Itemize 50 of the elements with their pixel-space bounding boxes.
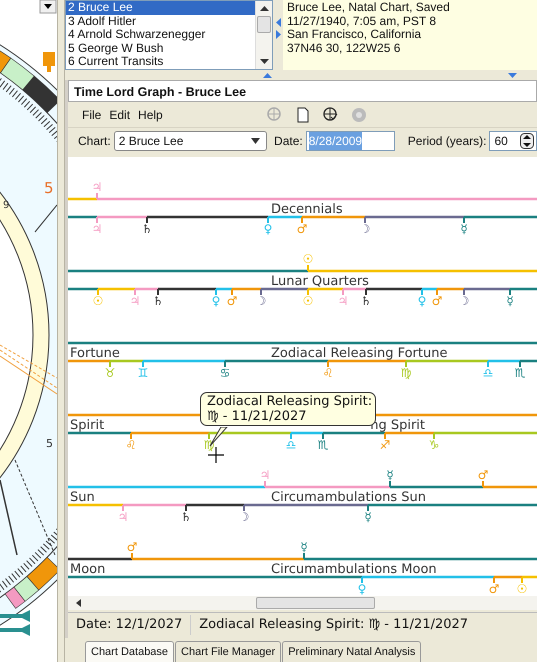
track-title: Decennials (271, 202, 343, 217)
scrollbar-thumb[interactable] (256, 597, 375, 609)
splitter-arrow-icon[interactable] (508, 72, 517, 78)
splitter-arrow-icon[interactable] (263, 72, 272, 78)
info-line: 11/27/1940, 7:05 am, PST 8 (287, 14, 437, 28)
document-icon[interactable] (294, 106, 311, 122)
fish-pair-icon (0, 610, 30, 636)
info-line: 37N46 30, 122W25 6 (287, 42, 402, 55)
scroll-up-icon[interactable] (260, 6, 269, 12)
track-label: Fortune (70, 346, 120, 361)
chart-check-icon[interactable] (322, 106, 339, 122)
house-number: 5 (44, 179, 54, 197)
info-line: San Francisco, California (287, 28, 422, 42)
house-number: 5 (46, 437, 53, 450)
spin-icon[interactable] (520, 133, 534, 149)
list-item[interactable]: 2 Bruce Lee (66, 1, 255, 14)
list-item[interactable]: 4 Arnold Schwarzenegger (66, 28, 255, 42)
track-title: Circumambulations Moon (271, 562, 437, 577)
window-title: Time Lord Graph - Bruce Lee (68, 80, 537, 102)
globe-icon[interactable] (266, 106, 283, 122)
period-field[interactable]: 60 (489, 131, 537, 151)
field-label: Period (years): (408, 133, 486, 150)
tab[interactable]: Chart File Manager (175, 640, 282, 662)
list-item[interactable]: 3 Adolf Hitler (66, 14, 255, 28)
scroll-down-icon[interactable] (260, 59, 269, 65)
track-label: Spirit (70, 418, 104, 433)
status-text: Zodiacal Releasing Spirit: ♍ - 11/21/2027 (198, 616, 470, 634)
vertical-scrollbar[interactable] (255, 1, 272, 69)
menu-item[interactable]: Edit (105, 106, 134, 124)
dropdown-button[interactable] (40, 0, 56, 14)
status-text: Date: 12/1/2027 (75, 616, 184, 634)
info-line: Bruce Lee, Natal Chart, Saved (287, 1, 451, 14)
track-label: Moon (70, 562, 106, 577)
horizontal-scrollbar[interactable] (68, 596, 537, 610)
list-item[interactable]: 5 George W Bush (66, 42, 255, 55)
tab[interactable]: Chart Database (85, 640, 174, 662)
scroll-left-icon[interactable] (76, 599, 81, 607)
field-label: Chart: (78, 133, 111, 150)
tab[interactable]: Preliminary Natal Analysis (282, 640, 422, 662)
caret-icon[interactable] (251, 138, 260, 144)
menu-item[interactable]: File (78, 106, 106, 124)
track-title: Circumambulations Sun (271, 490, 426, 505)
track-title: Lunar Quarters (271, 274, 369, 289)
list-item[interactable]: 6 Current Transits (66, 55, 255, 68)
field-label: Date: (274, 133, 303, 150)
menu-item[interactable]: Help (134, 106, 167, 124)
track-title: Zodiacal Releasing Fortune (271, 346, 448, 361)
track-label: Sun (70, 490, 95, 505)
chart-dropdown[interactable]: 2 Bruce Lee (114, 131, 268, 151)
scrollbar-thumb[interactable] (257, 16, 271, 33)
